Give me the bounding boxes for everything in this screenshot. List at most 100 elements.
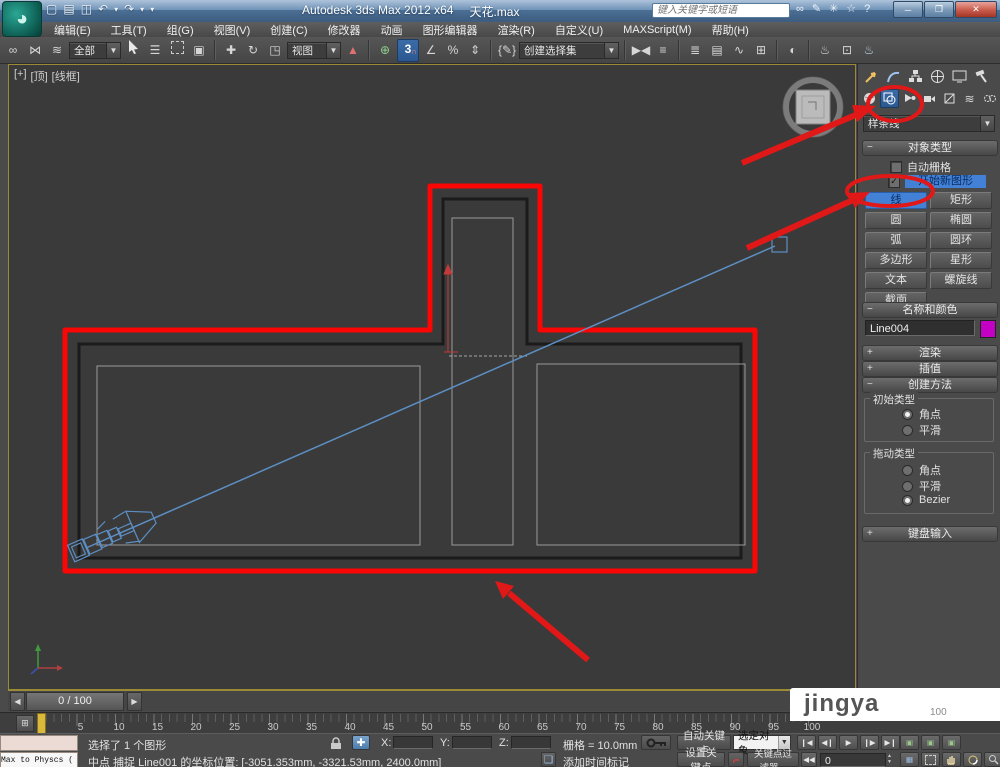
category-shapes-icon[interactable] [880,89,899,108]
minimize-button[interactable]: ─ [893,1,923,18]
mini-curve-editor-icon[interactable]: ⊞ [16,715,34,732]
y-coordinate-field[interactable] [452,736,492,749]
object-name-field[interactable]: Line004 [865,320,975,336]
spline-category-dropdown[interactable]: 样条线 ▼ [863,115,995,132]
shape-button-ellipse[interactable]: 椭圆 [930,212,992,229]
rollout-name-color[interactable]: − 名称和颜色 [862,302,998,318]
undo-icon[interactable]: ↶ [98,2,108,16]
shape-button-helix[interactable]: 螺旋线 [930,272,992,289]
status-toggle-icon-3[interactable]: ▣ [942,735,961,750]
radio-initial-smooth[interactable] [902,424,913,436]
tab-utilities-icon[interactable] [971,66,991,86]
status-toggle-icon-1[interactable]: ▣ [900,735,919,750]
open-file-icon[interactable]: ▤ [63,2,74,16]
dropdown-arrow-icon[interactable]: ▼ [604,42,618,58]
shape-button-ngon[interactable]: 多边形 [865,252,927,269]
schematic-view-icon[interactable]: ⊞ [751,40,771,61]
rollout-rendering[interactable]: + 渲染 [862,345,998,361]
trackbar-time-handle[interactable] [37,713,46,734]
menu-create[interactable]: 创建(C) [260,22,317,38]
rendered-frame-window-icon[interactable]: ⊡ [837,40,857,61]
menu-group[interactable]: 组(G) [157,22,204,38]
set-keys-icon[interactable] [641,735,671,750]
shape-button-line[interactable]: 线 [865,192,927,209]
time-configuration-icon[interactable]: ▦ [900,752,919,767]
graphite-ribbon-icon[interactable]: ▤ [707,40,727,61]
window-crossing-icon[interactable]: ▣ [189,40,209,61]
render-setup-icon[interactable]: ♨ [815,40,835,61]
next-key-icon[interactable]: ❙▶ [860,735,879,750]
dropdown-arrow-icon[interactable]: ▼ [326,42,340,58]
menu-graph-editors[interactable]: 图形编辑器 [413,22,488,38]
shape-button-arc[interactable]: 弧 [865,232,927,249]
maxscript-mini-listener[interactable] [0,735,78,751]
save-file-icon[interactable]: ◫ [81,2,92,16]
radio-drag-bezier[interactable] [902,494,913,506]
menu-views[interactable]: 视图(V) [204,22,261,38]
frame-spinner[interactable]: ▲ ▼ [887,753,892,765]
reference-coordinate-dropdown[interactable]: 视图 ▼ [287,41,341,59]
key-filters-button[interactable]: 关键点过滤器... [747,749,799,767]
use-pivot-center-icon[interactable]: ▲ [343,40,363,61]
spinner-snap-icon[interactable]: ⇕ [465,40,485,61]
menu-help[interactable]: 帮助(H) [702,22,759,38]
tab-display-icon[interactable] [949,66,969,86]
tab-hierarchy-icon[interactable] [905,66,925,86]
play-icon[interactable]: ▶ [839,735,858,750]
new-file-icon[interactable]: ▢ [46,2,57,16]
orbit-icon[interactable] [963,752,982,767]
menu-rendering[interactable]: 渲染(R) [488,22,545,38]
quick-render-icon[interactable]: ♨ [859,40,879,61]
max-logo[interactable]: ◕ [2,1,42,37]
select-by-name-icon[interactable]: ☰ [145,40,165,61]
previous-frame-icon[interactable]: ◀ [10,691,25,711]
bind-to-spacewarp-icon[interactable]: ≋ [47,40,67,61]
shape-button-circle[interactable]: 圆 [865,212,927,229]
rollout-interpolation[interactable]: + 插值 [862,361,998,377]
shape-button-rectangle[interactable]: 矩形 [930,192,992,209]
snap-toggle-3d-icon[interactable]: 3 ∩ [397,38,419,62]
autogrid-checkbox[interactable] [890,161,902,173]
dropdown-arrow-icon[interactable]: ▼ [980,116,994,131]
start-new-shape-label[interactable]: 开始新图形 [905,175,986,188]
rollout-creation-method[interactable]: − 创建方法 [862,377,998,393]
align-icon[interactable]: ≡ [653,40,673,61]
move-icon[interactable]: ✚ [221,40,241,61]
close-button[interactable]: ✕ [955,1,997,18]
x-coordinate-field[interactable] [393,736,433,749]
next-frame-icon[interactable]: ▶ [127,691,142,711]
layer-manager-icon[interactable]: ≣ [685,40,705,61]
rotate-icon[interactable]: ↻ [243,40,263,61]
start-new-shape-checkbox[interactable]: ✓ [888,175,900,188]
tab-modify-icon[interactable] [883,66,903,86]
time-tag-icon[interactable]: ❏ [541,752,556,767]
viewport-menu-plus[interactable]: [+] [14,68,27,84]
viewport-menu-view[interactable]: [顶] [31,68,48,84]
go-to-end-icon[interactable]: ▶❙ [881,735,900,750]
redo-icon[interactable]: ↷ [124,2,134,16]
category-systems-icon[interactable] [980,89,999,108]
maximize-viewport-icon[interactable] [984,752,1000,767]
menu-edit[interactable]: 编辑(E) [44,22,101,38]
menu-customize[interactable]: 自定义(U) [545,22,613,38]
category-lights-icon[interactable] [900,89,919,108]
go-to-start-icon[interactable]: ❙◀ [797,735,816,750]
angle-snap-icon[interactable]: ∠ [421,40,441,61]
category-helpers-icon[interactable] [940,89,959,108]
radio-drag-smooth[interactable] [902,480,913,492]
menu-maxscript[interactable]: MAXScript(M) [613,24,701,36]
shape-button-star[interactable]: 星形 [930,252,992,269]
communication-center-icon[interactable]: ✳ [829,2,838,15]
search-input[interactable] [652,3,790,18]
select-and-link-icon[interactable]: ∞ [3,40,23,61]
viewport-menu-shading[interactable]: [线框] [52,68,80,84]
viewport-top[interactable]: [+] [顶] [线框] [8,64,856,690]
zoom-region-icon[interactable] [921,752,940,767]
key-mode-curve-icon[interactable] [728,752,744,767]
object-color-swatch[interactable] [980,320,996,338]
select-manipulate-icon[interactable]: ⊕ [375,40,395,61]
scale-icon[interactable]: ◳ [265,40,285,61]
menu-tools[interactable]: 工具(T) [101,22,157,38]
set-key-button[interactable]: 设置关键点 [677,747,725,767]
key-step-icon[interactable]: ◀◀ [801,752,817,767]
